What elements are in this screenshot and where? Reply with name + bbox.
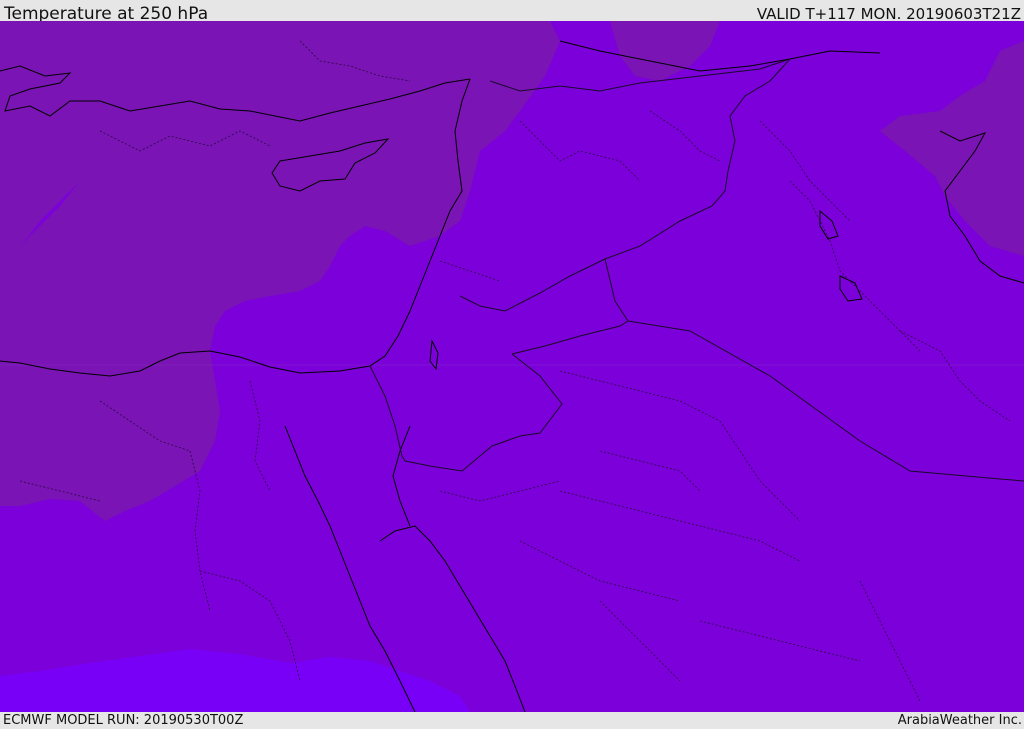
credit-label: ArabiaWeather Inc. (897, 713, 1022, 728)
footer-bar: ECMWF MODEL RUN: 20190530T00Z ArabiaWeat… (0, 712, 1024, 729)
weather-map (0, 21, 1024, 712)
model-run-label: ECMWF MODEL RUN: 20190530T00Z (3, 713, 244, 728)
map-canvas (0, 21, 1024, 712)
header-bar: Temperature at 250 hPa VALID T+117 MON. … (0, 0, 1024, 24)
